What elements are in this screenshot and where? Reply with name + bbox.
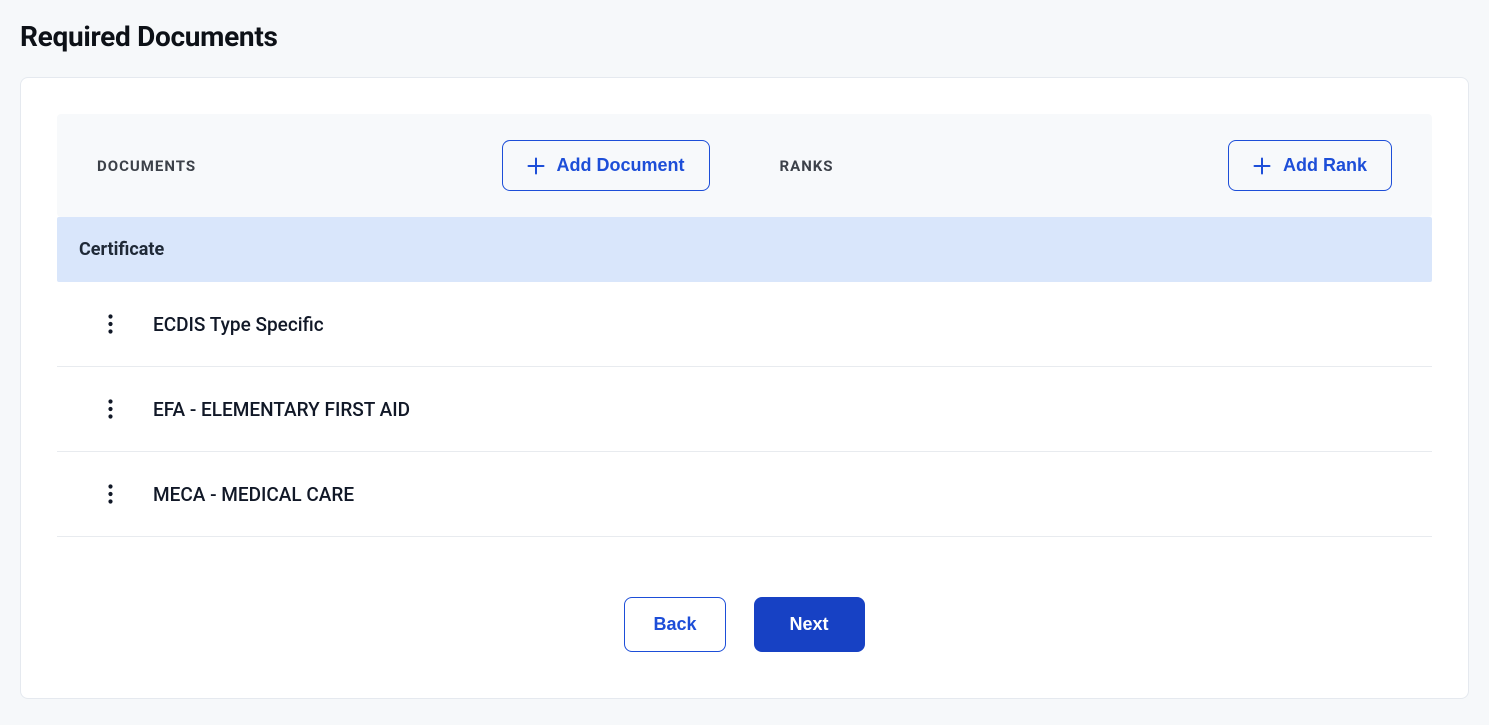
list-item: MECA - MEDICAL CARE (57, 452, 1432, 537)
category-header: Certificate (57, 217, 1432, 282)
add-rank-label: Add Rank (1283, 155, 1367, 176)
toolbar: DOCUMENTS Add Document RANKS (57, 114, 1432, 217)
plus-icon (527, 157, 545, 175)
list-item: EFA - ELEMENTARY FIRST AID (57, 367, 1432, 452)
footer-actions: Back Next (57, 537, 1432, 662)
kebab-menu-icon[interactable] (101, 397, 119, 421)
next-button[interactable]: Next (754, 597, 865, 652)
list-item-name: ECDIS Type Specific (153, 313, 324, 336)
ranks-heading: RANKS (780, 157, 834, 175)
list-item-name: EFA - ELEMENTARY FIRST AID (153, 398, 410, 421)
plus-icon (1253, 157, 1271, 175)
back-button[interactable]: Back (624, 597, 725, 652)
list-item-name: MECA - MEDICAL CARE (153, 483, 354, 506)
add-rank-button[interactable]: Add Rank (1228, 140, 1392, 191)
list-item: ECDIS Type Specific (57, 282, 1432, 367)
page-title: Required Documents (20, 20, 1469, 53)
add-document-button[interactable]: Add Document (502, 140, 710, 191)
kebab-menu-icon[interactable] (101, 482, 119, 506)
add-document-label: Add Document (557, 155, 685, 176)
documents-heading: DOCUMENTS (97, 157, 196, 175)
documents-card: DOCUMENTS Add Document RANKS (20, 77, 1469, 699)
kebab-menu-icon[interactable] (101, 312, 119, 336)
